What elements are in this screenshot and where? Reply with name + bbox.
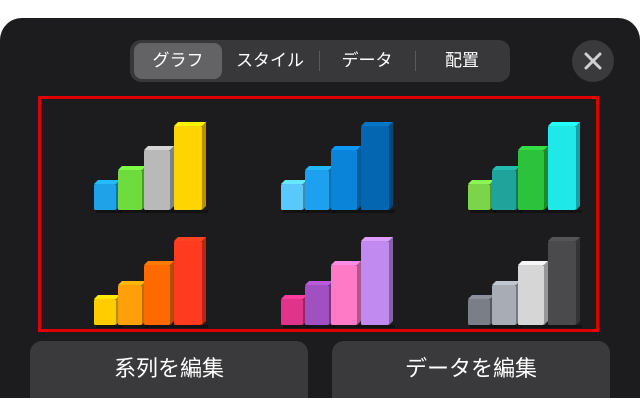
bar-1 [468,295,496,328]
chart-style-4[interactable] [41,214,228,329]
chart-style-thumbnail [281,237,395,328]
bar-3 [144,261,176,328]
chart-style-thumbnail [94,122,208,213]
chart-style-6[interactable] [415,214,602,329]
bar-4 [361,122,395,213]
close-button[interactable] [572,40,614,82]
bar-2 [492,281,522,328]
chart-style-thumbnail [94,237,208,328]
bar-4 [174,237,208,328]
bar-3 [518,261,550,328]
bar-1 [468,180,496,213]
tab-arrange[interactable]: 配置 [418,43,506,79]
bar-2 [118,166,148,213]
bar-1 [94,180,122,213]
chart-style-5[interactable] [228,214,415,329]
bar-1 [281,295,309,328]
bar-3 [144,146,176,213]
tab-divider [415,51,416,71]
bar-4 [361,237,395,328]
tab-divider [319,51,320,71]
edit-data-button[interactable]: データを編集 [332,341,610,398]
close-icon [584,52,602,70]
edit-series-button[interactable]: 系列を編集 [30,341,308,398]
bar-4 [548,122,582,213]
tab-chart[interactable]: グラフ [134,43,222,79]
bar-3 [331,261,363,328]
bar-2 [305,281,335,328]
bar-1 [281,180,309,213]
bar-2 [305,166,335,213]
chart-style-thumbnail [281,122,395,213]
bar-1 [94,295,122,328]
chart-style-grid [38,96,599,332]
bar-4 [548,237,582,328]
chart-style-3[interactable] [415,99,602,214]
tab-style[interactable]: スタイル [224,43,316,79]
tab-data[interactable]: データ [322,43,412,79]
bar-3 [518,146,550,213]
segmented-control: グラフ スタイル データ 配置 [130,40,510,82]
chart-style-2[interactable] [228,99,415,214]
chart-style-thumbnail [468,237,582,328]
bar-2 [118,281,148,328]
bar-3 [331,146,363,213]
bar-4 [174,122,208,213]
chart-style-thumbnail [468,122,582,213]
chart-style-1[interactable] [41,99,228,214]
bar-2 [492,166,522,213]
chart-format-panel: グラフ スタイル データ 配置 系列を編集 データを編集 [0,18,640,398]
